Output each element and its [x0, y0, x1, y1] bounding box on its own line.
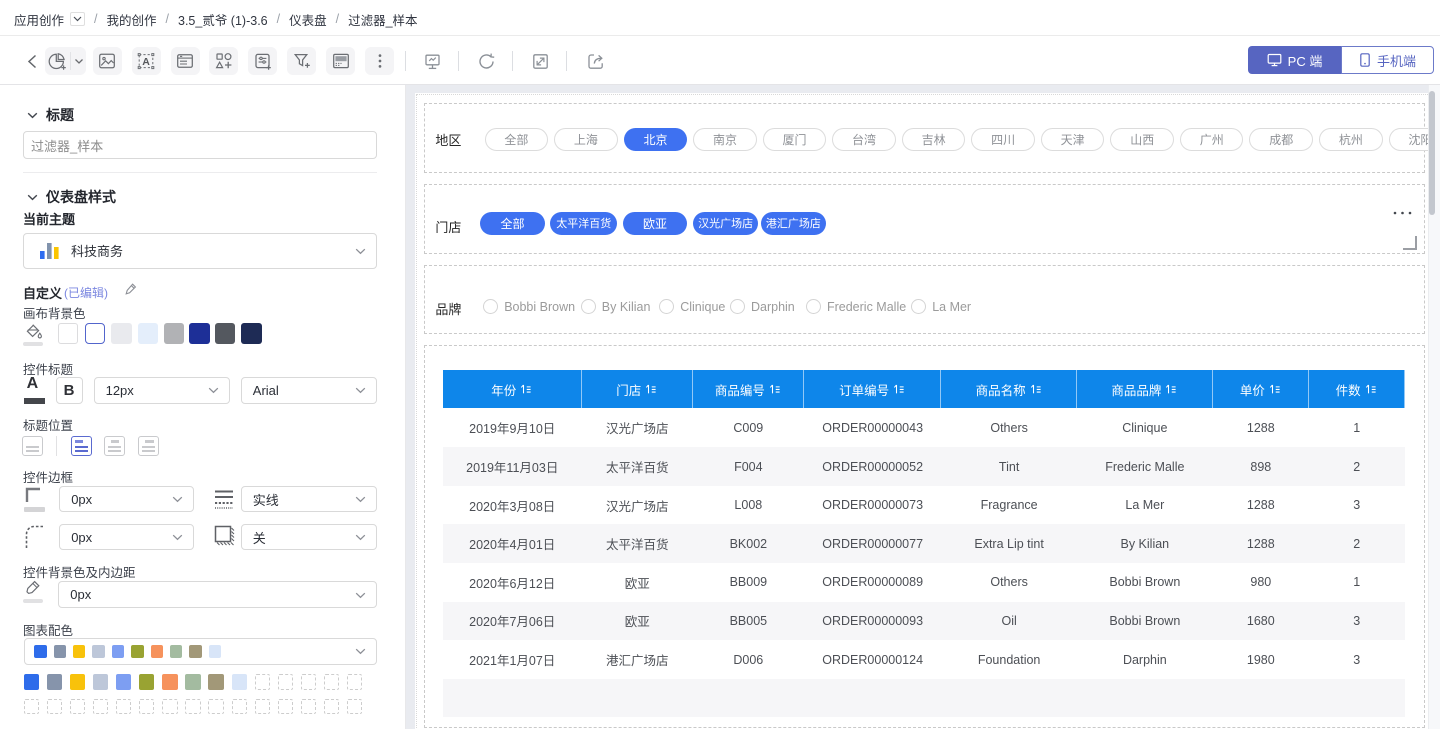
svg-text:A: A: [142, 56, 150, 68]
